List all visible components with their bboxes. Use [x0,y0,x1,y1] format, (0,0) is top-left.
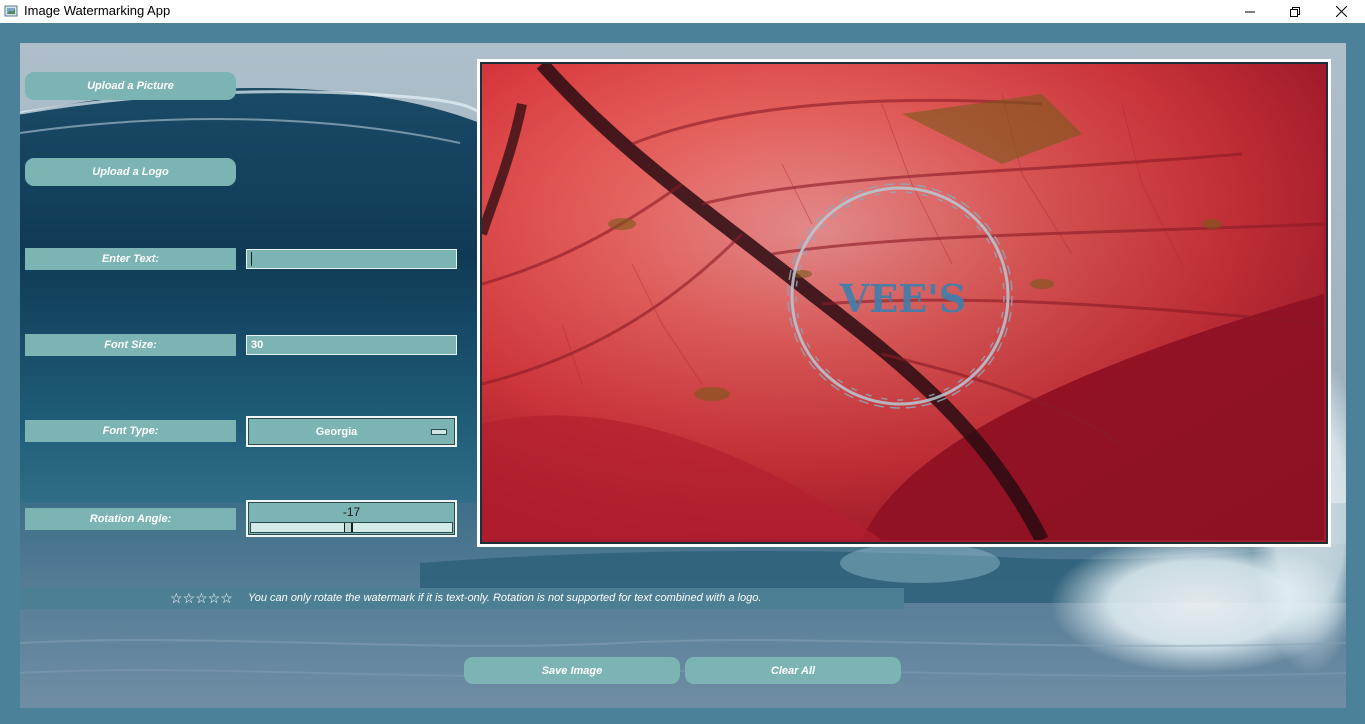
rotation-note-bar: ☆☆☆☆☆ You can only rotate the watermark … [20,588,904,609]
font-type-dropdown[interactable]: Georgia [246,416,457,447]
save-image-button[interactable]: Save Image [464,657,680,684]
rotation-note-text: You can only rotate the watermark if it … [248,592,762,604]
rotation-angle-value: -17 [342,505,361,519]
enter-text-label: Enter Text: [25,248,236,270]
window-title: Image Watermarking App [24,3,171,18]
minimize-button[interactable] [1227,0,1273,23]
rotation-angle-label: Rotation Angle: [25,508,236,530]
preview-image: VEE'S [480,62,1328,544]
title-bar: Image Watermarking App [0,0,1365,23]
rotation-angle-slider[interactable]: -17 [246,500,457,537]
font-type-label: Font Type: [25,420,236,442]
clear-all-button[interactable]: Clear All [685,657,901,684]
text-cursor [251,252,252,266]
app-frame: Upload a Picture Upload a Logo Enter Tex… [0,23,1365,724]
watermark-text-input[interactable] [246,249,457,269]
slider-trough[interactable] [250,522,453,533]
upload-logo-button[interactable]: Upload a Logo [25,158,236,186]
app-icon [4,5,18,17]
image-preview-panel: VEE'S [477,59,1331,547]
dropdown-indicator-icon [431,429,447,435]
font-size-value: 30 [251,339,264,351]
font-type-value: Georgia [315,425,358,438]
slider-handle[interactable] [344,523,353,532]
close-icon [1335,6,1347,17]
restore-button[interactable] [1272,0,1318,23]
upload-picture-button[interactable]: Upload a Picture [25,72,236,100]
font-size-input[interactable]: 30 [246,335,457,355]
font-size-label: Font Size: [25,334,236,356]
star-icons: ☆☆☆☆☆ [170,590,233,606]
minimize-icon [1245,11,1255,12]
watermark-text: VEE'S [839,276,967,321]
restore-icon [1290,6,1300,17]
close-button[interactable] [1318,0,1364,23]
